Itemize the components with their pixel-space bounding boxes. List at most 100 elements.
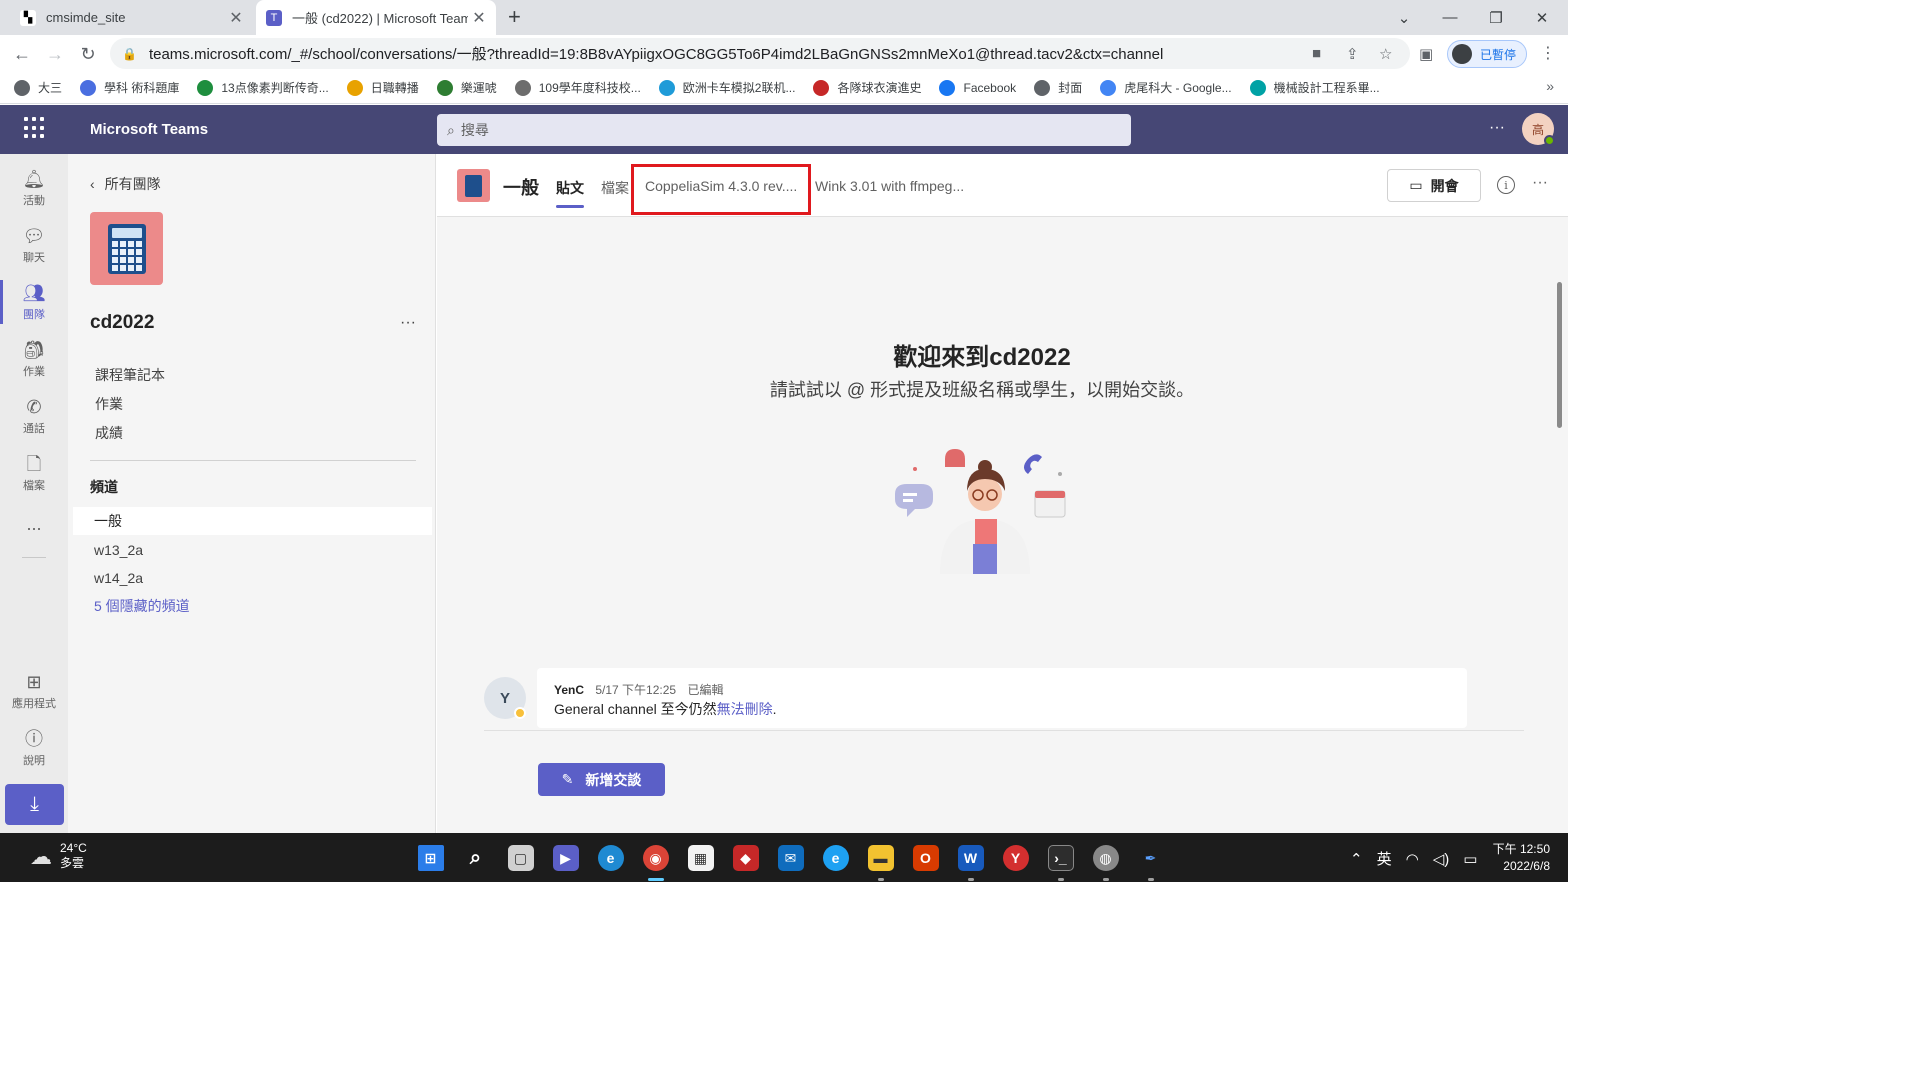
red-app-icon[interactable]: Y	[993, 841, 1038, 875]
rail-item-files[interactable]: 🗋 檔案	[0, 445, 68, 501]
browser-menu-icon[interactable]: ⋮	[1540, 43, 1556, 63]
settings-more-icon[interactable]: ···	[1489, 119, 1505, 137]
wifi-icon[interactable]: ◠	[1406, 850, 1419, 868]
teams-chat-icon[interactable]: ▶	[543, 841, 588, 875]
post-body-link[interactable]: 無法刪除	[717, 701, 773, 717]
battery-icon[interactable]: ▭	[1463, 850, 1477, 868]
hidden-channels-link[interactable]: 5 個隱藏的頻道	[73, 592, 432, 620]
team-more-options-icon[interactable]: ···	[400, 314, 416, 332]
mail-icon[interactable]: ✉	[768, 841, 813, 875]
browser-tab-teams[interactable]: T 一般 (cd2022) | Microsoft Teams ✕	[256, 0, 496, 35]
volume-icon[interactable]: ◁)	[1433, 850, 1450, 868]
chrome-browser-icon[interactable]: ◉	[633, 841, 678, 881]
minimize-button[interactable]: —	[1427, 0, 1473, 35]
address-bar[interactable]: 🔒 teams.microsoft.com/_#/school/conversa…	[110, 38, 1410, 69]
post-author-avatar[interactable]: Y	[484, 677, 526, 719]
channel-info-icon[interactable]: i	[1497, 176, 1515, 194]
meet-button[interactable]: ▭ 開會	[1387, 169, 1481, 202]
share-icon[interactable]: ⇪	[1346, 45, 1359, 63]
restore-button[interactable]: ❐	[1473, 0, 1519, 35]
internet-explorer-icon[interactable]: e	[813, 841, 858, 875]
bookmark-item[interactable]: 機械設計工程系畢...	[1249, 79, 1380, 96]
url-text[interactable]: teams.microsoft.com/_#/school/conversati…	[149, 43, 1163, 64]
close-tab-icon[interactable]: ✕	[468, 8, 490, 28]
bookmark-item[interactable]: 109學年度科技校...	[514, 79, 641, 96]
back-arrow-icon[interactable]: ←	[9, 41, 35, 67]
bookmark-item[interactable]: 虎尾科大 - Google...	[1100, 79, 1232, 96]
class-notebook-link[interactable]: 課程筆記本	[95, 365, 165, 385]
tab-files[interactable]: 檔案	[601, 178, 629, 198]
start-windows-icon[interactable]: ⊞	[408, 841, 453, 875]
assignments-link[interactable]: 作業	[95, 394, 123, 414]
channel-w13-2a[interactable]: w13_2a	[73, 536, 432, 564]
baseball-icon	[813, 79, 830, 96]
rail-item-calls[interactable]: ✆ 通話	[0, 388, 68, 444]
pen-app-icon[interactable]: ✒	[1128, 841, 1173, 881]
close-tab-icon[interactable]: ✕	[225, 8, 247, 28]
side-panel-icon[interactable]: ▣	[1419, 45, 1433, 63]
tab-search-chevron-icon[interactable]: ⌄	[1381, 0, 1427, 35]
all-teams-back-link[interactable]: ‹ 所有團隊	[90, 174, 161, 194]
profile-paused-button[interactable]: 已暫停	[1447, 40, 1527, 68]
bookmark-item[interactable]: 樂運唬	[436, 79, 497, 96]
input-method-indicator[interactable]: 英	[1377, 848, 1392, 869]
rail-item-more[interactable]: ...	[0, 497, 68, 553]
bookmark-item[interactable]: 封面	[1034, 79, 1082, 96]
user-avatar[interactable]: 高	[1522, 113, 1555, 146]
rail-item-teams[interactable]: 👥︎ 團隊	[0, 274, 68, 330]
reload-icon[interactable]: ↻	[75, 41, 101, 67]
microsoft-store-icon[interactable]: ▦	[678, 841, 723, 875]
channel-general[interactable]: 一般	[73, 507, 432, 535]
browser-tab-cmsimde[interactable]: ▚ cmsimde_site ✕	[8, 0, 253, 35]
rail-item-apps[interactable]: ⊞ 應用程式	[0, 663, 68, 719]
edge-browser-icon[interactable]: e	[588, 841, 633, 875]
office-icon[interactable]: O	[903, 841, 948, 875]
globe-icon	[1034, 79, 1051, 96]
tab-wink[interactable]: Wink 3.01 with ffmpeg...	[815, 178, 964, 194]
word-icon[interactable]: W	[948, 841, 993, 881]
channel-w14-2a[interactable]: w14_2a	[73, 564, 432, 592]
bookmark-label: 大三	[38, 81, 63, 95]
weather-widget[interactable]: ☁ 24°C 多雲	[30, 841, 87, 871]
post-card[interactable]: YenC 5/17 下午12:25 已編輯 General channel 至今…	[537, 668, 1467, 728]
camera-blocked-icon[interactable]: ■	[1312, 45, 1321, 62]
bookmark-item[interactable]: 大三	[14, 79, 62, 96]
terminal-icon[interactable]: ›_	[1038, 841, 1083, 881]
download-app-button[interactable]: ⤓	[5, 784, 64, 825]
tab-posts[interactable]: 貼文	[556, 178, 584, 208]
new-tab-button[interactable]: +	[508, 4, 521, 30]
file-explorer-icon[interactable]: ▬	[858, 841, 903, 881]
racing-game-icon[interactable]: ◆	[723, 841, 768, 875]
bookmark-star-icon[interactable]: ☆	[1379, 45, 1392, 63]
taskbar-search-icon[interactable]: ⌕	[453, 841, 498, 875]
close-window-button[interactable]: ✕	[1519, 0, 1565, 35]
channel-more-icon[interactable]: ···	[1532, 174, 1548, 192]
bookmark-label: 109學年度科技校...	[538, 81, 641, 95]
globe-app-icon[interactable]: ◍	[1083, 841, 1128, 881]
profile-avatar	[1452, 44, 1472, 64]
rail-item-help[interactable]: ⓘ 說明	[0, 720, 68, 776]
bookmark-item[interactable]: Facebook	[939, 79, 1016, 96]
chevron-up-icon[interactable]: ⌃	[1350, 850, 1363, 868]
system-clock[interactable]: 下午 12:50 2022/6/8	[1486, 841, 1550, 875]
rail-item-chat[interactable]: 💬︎ 聊天	[0, 217, 68, 273]
scrollbar-thumb[interactable]	[1557, 282, 1562, 428]
phone-icon: ✆	[26, 397, 42, 417]
grades-link[interactable]: 成績	[95, 423, 123, 443]
search-input[interactable]: ⌕ 搜尋	[437, 114, 1131, 146]
rail-item-activity[interactable]: 🔔︎ 活動	[0, 160, 68, 216]
bookmark-item[interactable]: 13点像素判断传奇...	[197, 79, 329, 96]
bookmark-item[interactable]: 學科 術科題庫	[80, 79, 179, 96]
bookmark-item[interactable]: 日職轉播	[346, 79, 419, 96]
team-avatar	[90, 212, 163, 285]
forward-arrow-icon[interactable]: →	[42, 41, 68, 67]
post-author[interactable]: YenC	[554, 683, 584, 697]
bookmark-item[interactable]: 欧洲卡车模拟2联机...	[658, 79, 795, 96]
new-conversation-button[interactable]: ✎ 新增交談	[538, 763, 665, 796]
app-launcher-icon[interactable]	[24, 117, 46, 139]
bookmark-item[interactable]: 各隊球衣演進史	[813, 79, 921, 96]
channel-main: 一般 貼文 檔案 CoppeliaSim 4.3.0 rev.... Wink …	[437, 154, 1568, 833]
task-view-icon[interactable]: ▢	[498, 841, 543, 875]
rail-item-assignments[interactable]: 🎒︎ 作業	[0, 331, 68, 387]
bookmarks-overflow-icon[interactable]: »	[1546, 78, 1554, 94]
